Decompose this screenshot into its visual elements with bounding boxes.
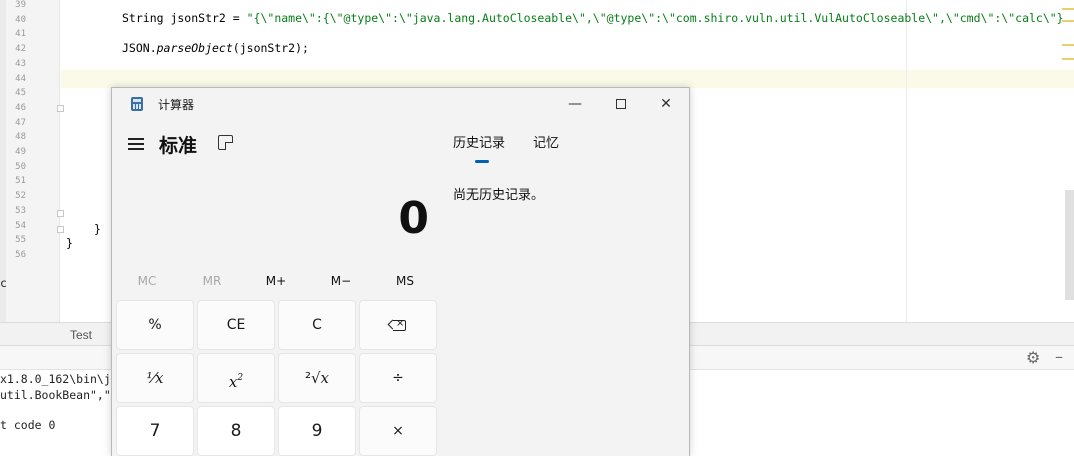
console-line: util.BookBean"," <box>0 388 111 402</box>
maximize-icon <box>616 99 626 109</box>
line-number: 54 <box>15 220 26 231</box>
history-empty-message: 尚无历史记录。 <box>453 188 545 203</box>
square-exponent: 2 <box>237 373 244 383</box>
digit-9-button[interactable]: 9 <box>278 406 356 456</box>
warning-marker[interactable] <box>1062 44 1074 46</box>
tab-memory[interactable]: 记忆 <box>533 132 559 151</box>
console-line: x1.8.0_162\bin\j <box>0 372 111 386</box>
line-number: 50 <box>15 161 26 172</box>
gutter-strip <box>0 0 6 322</box>
line-number: 56 <box>15 249 26 260</box>
clear-entry-button[interactable]: CE <box>197 300 275 350</box>
memory-subtract-button[interactable]: M− <box>309 274 373 292</box>
minimize-button[interactable]: — <box>552 92 598 116</box>
error-stripe[interactable] <box>1058 0 1074 70</box>
line-number: 42 <box>15 44 26 55</box>
method-name: parseObject <box>156 41 233 55</box>
closing-brace: } <box>66 236 73 250</box>
divide-button[interactable]: ÷ <box>359 353 437 403</box>
result-display: 0 <box>398 193 429 244</box>
clear-button[interactable]: C <box>278 300 356 350</box>
line-number: 44 <box>15 73 26 84</box>
editor-gutter <box>0 0 60 322</box>
tab-run-test[interactable]: Test <box>70 328 92 342</box>
line-number: 45 <box>15 88 26 99</box>
square-root-button[interactable]: ²√x <box>278 353 356 403</box>
line-number: 47 <box>15 117 26 128</box>
root-symbol: ²√ <box>304 369 321 387</box>
percent-button[interactable]: % <box>116 300 194 350</box>
code-line-42[interactable]: JSON.parseObject(jsonStr2); <box>122 41 309 55</box>
code-line-40[interactable]: String jsonStr2 = "{\"name\":{\"@type\":… <box>122 11 1064 25</box>
backspace-button[interactable] <box>359 300 437 350</box>
warning-marker[interactable] <box>1062 20 1074 22</box>
mode-title: 标准 <box>159 135 198 157</box>
line-number: 49 <box>15 147 26 157</box>
memory-add-button[interactable]: M+ <box>244 274 308 292</box>
warning-marker[interactable] <box>1062 58 1074 60</box>
square-button[interactable]: x2 <box>197 353 275 403</box>
line-number: 52 <box>15 191 26 202</box>
line-number: 39 <box>15 0 26 10</box>
editor-scrollbar-thumb[interactable] <box>1065 190 1074 300</box>
code-text: (jsonStr2); <box>232 41 309 55</box>
close-button[interactable]: ✕ <box>643 92 689 116</box>
line-number: 55 <box>15 235 26 246</box>
memory-clear-button[interactable]: MC <box>115 274 179 292</box>
digit-7-button[interactable]: 7 <box>116 406 194 456</box>
active-tab-indicator <box>475 160 489 163</box>
title-bar[interactable]: 计算器 — ✕ <box>112 88 689 120</box>
partial-text: c <box>0 276 7 290</box>
keep-on-top-icon[interactable] <box>218 135 233 150</box>
console-line: t code 0 <box>0 418 56 432</box>
fold-marker-icon[interactable] <box>57 210 64 217</box>
window-title: 计算器 <box>158 98 195 112</box>
backspace-icon <box>387 316 406 332</box>
line-number: 51 <box>15 176 26 187</box>
line-number: 46 <box>15 102 26 113</box>
code-text: String jsonStr2 = <box>122 11 247 25</box>
line-number: 41 <box>15 29 26 40</box>
code-text: JSON. <box>122 41 157 55</box>
multiply-button[interactable]: × <box>359 406 437 456</box>
line-number: 40 <box>15 14 26 25</box>
memory-recall-button[interactable]: MR <box>180 274 244 292</box>
string-literal: "{\"name\":{\"@type\":\"java.lang.AutoCl… <box>246 11 1064 25</box>
warning-marker[interactable] <box>1062 8 1074 10</box>
calculator-app-icon <box>131 97 143 111</box>
fold-marker-icon[interactable] <box>57 226 64 233</box>
closing-brace: } <box>94 222 101 236</box>
root-operand: x <box>320 369 330 387</box>
reciprocal-button[interactable]: ⅟x <box>116 353 194 403</box>
line-number: 48 <box>15 132 26 143</box>
caret-line-highlight <box>61 70 1074 88</box>
maximize-button[interactable] <box>598 92 644 116</box>
gear-icon[interactable]: ⚙ <box>1026 348 1040 367</box>
menu-icon[interactable] <box>128 137 144 151</box>
tab-history[interactable]: 历史记录 <box>453 132 505 151</box>
right-margin-guide <box>906 0 907 322</box>
fold-marker-icon[interactable] <box>57 105 64 112</box>
memory-store-button[interactable]: MS <box>373 274 437 292</box>
line-number: 43 <box>15 58 26 69</box>
digit-8-button[interactable]: 8 <box>197 406 275 456</box>
minimize-panel-icon[interactable]: – <box>1055 347 1063 366</box>
line-number: 53 <box>15 205 26 216</box>
calculator-window: 计算器 — ✕ 标准 0 MC MR M+ M− MS % CE C ⅟x x2… <box>111 87 690 456</box>
